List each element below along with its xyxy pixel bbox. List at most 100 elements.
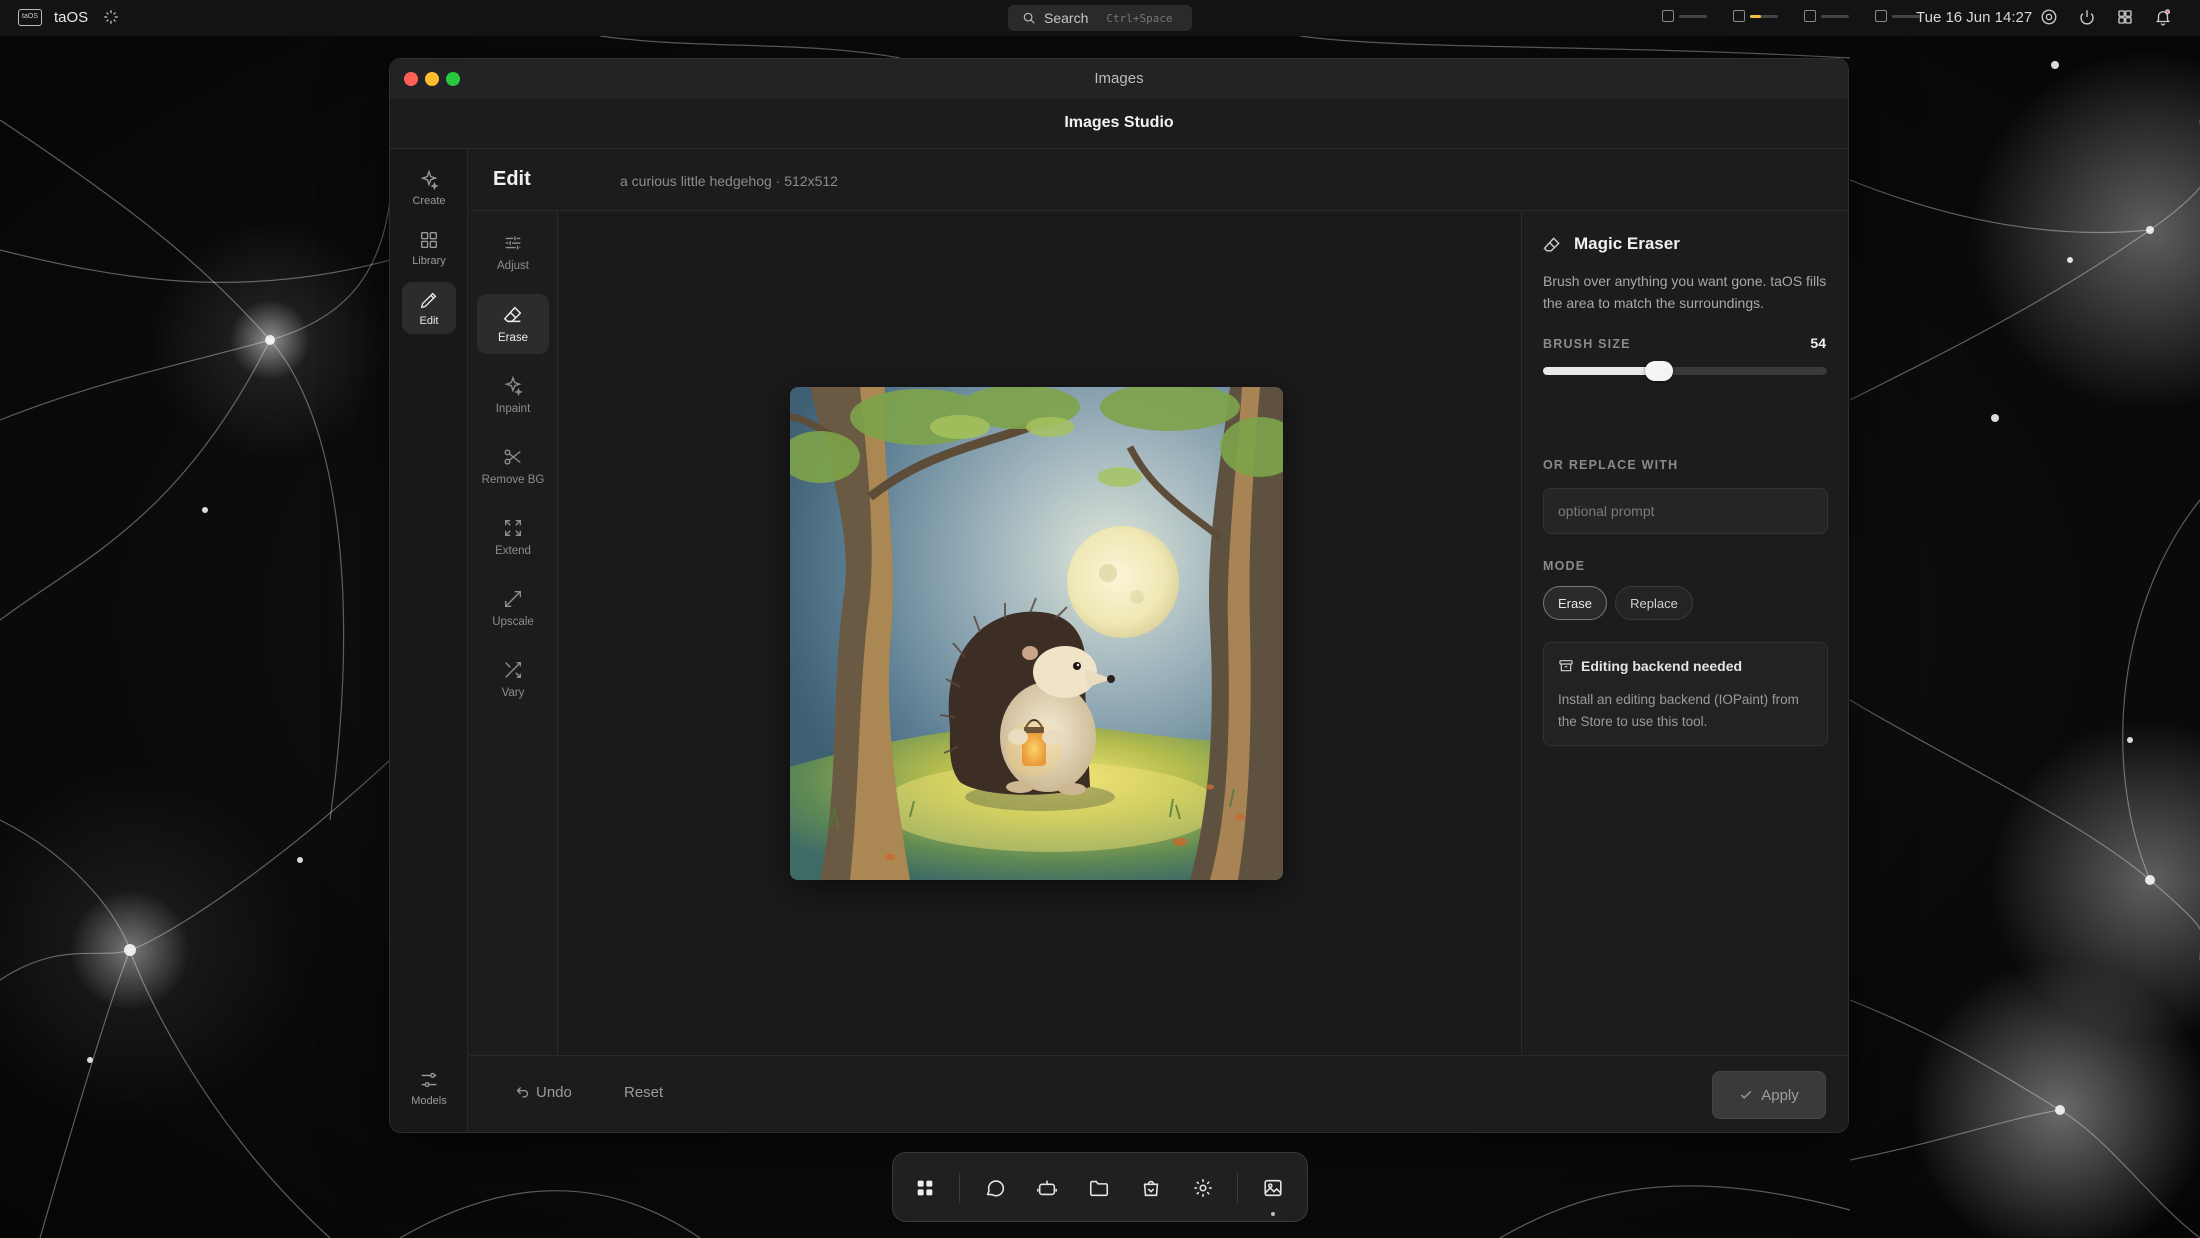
dock-files[interactable] (1081, 1170, 1117, 1206)
archive-icon (1559, 660, 1573, 672)
power-meter[interactable] (1875, 10, 1920, 22)
power-button-icon[interactable] (2078, 8, 2096, 26)
apply-label: Apply (1761, 1086, 1799, 1104)
reset-button[interactable]: Reset (624, 1084, 663, 1101)
tool-upscale[interactable]: Upscale (477, 578, 549, 638)
search-placeholder: Search (1044, 10, 1089, 26)
dock-settings[interactable] (1185, 1170, 1221, 1206)
slider-fill (1543, 367, 1660, 375)
undo-icon (516, 1087, 529, 1098)
checkmark-icon (1741, 1091, 1752, 1099)
grid-icon (420, 231, 438, 249)
sparkle-icon[interactable] (102, 8, 120, 26)
mode-erase-button[interactable]: Erase (1543, 586, 1607, 620)
studio-nav-rail: Create Library Edit Models (390, 150, 468, 1132)
widgets-icon[interactable] (2116, 8, 2134, 26)
page-title: Edit (493, 168, 531, 190)
magic-eraser-panel: Magic Eraser Brush over anything you wan… (1521, 212, 1848, 1055)
edit-footer: Undo Reset Apply (469, 1055, 1848, 1132)
mode-replace-button[interactable]: Replace (1615, 586, 1693, 620)
panel-title: Magic Eraser (1574, 234, 1680, 253)
scissors-icon (504, 449, 521, 465)
eraser-icon (1543, 237, 1560, 252)
rail-item-label: Models (411, 1095, 447, 1107)
disk-icon (1804, 10, 1816, 22)
sliders-icon (505, 236, 521, 250)
rail-item-edit[interactable]: Edit (402, 282, 456, 334)
store-icon (1143, 1180, 1159, 1197)
rail-item-label: Create (412, 195, 446, 207)
rail-item-create[interactable]: Create (402, 162, 456, 214)
rail-item-label: Library (412, 255, 446, 267)
dock-chat[interactable] (977, 1170, 1013, 1206)
shuffle-icon (505, 661, 522, 679)
status-icons (2040, 8, 2172, 26)
sliders-icon (421, 1072, 437, 1088)
tool-extend[interactable]: Extend (477, 507, 549, 567)
sparkle-icon (504, 375, 523, 397)
apps-icon (917, 1180, 933, 1196)
tool-label: Vary (501, 687, 525, 699)
image-icon (1264, 1179, 1282, 1197)
brush-size-value: 54 (1810, 335, 1826, 351)
notification-bell-icon[interactable] (2154, 8, 2172, 26)
rail-item-library[interactable]: Library (402, 222, 456, 274)
mode-label: MODE (1543, 559, 1586, 573)
dock-apps[interactable] (907, 1170, 943, 1206)
images-window: Images Images Studio Create Library Edit… (389, 58, 1849, 1133)
tool-label: Remove BG (481, 474, 545, 486)
panel-description: Brush over anything you want gone. taOS … (1543, 273, 1827, 311)
folder-icon (1089, 1180, 1109, 1197)
dock (892, 1152, 1308, 1222)
tool-vary[interactable]: Vary (477, 649, 549, 709)
undo-label: Undo (536, 1084, 572, 1101)
dock-images[interactable] (1255, 1170, 1291, 1206)
menu-bar: taOS taOS Search Ctrl+Space Tue 16 Jun 1… (0, 0, 2200, 36)
rail-item-label: Edit (419, 315, 439, 327)
undo-button[interactable]: Undo (515, 1084, 572, 1101)
brush-size-slider[interactable] (1543, 361, 1827, 381)
apply-button[interactable]: Apply (1712, 1071, 1826, 1119)
dock-running-indicator (1271, 1212, 1275, 1216)
search-shortcut: Ctrl+Space (1106, 11, 1173, 25)
sparkle-icon (420, 169, 439, 191)
clock[interactable]: Tue 16 Jun 14:27 (1916, 9, 2032, 26)
memory-icon (1733, 10, 1745, 22)
hedgehog-artwork (790, 387, 1283, 880)
notice-body: Install an editing backend (IOPaint) fro… (1558, 692, 1799, 729)
image-subtitle: a curious little hedgehog · 512x512 (620, 173, 838, 189)
tool-label: Adjust (497, 260, 529, 272)
memory-meter[interactable] (1733, 10, 1778, 22)
active-app-name[interactable]: taOS (54, 9, 88, 26)
brush-size-label: BRUSH SIZE (1543, 337, 1631, 351)
settings-icon (1194, 1179, 1212, 1197)
cpu-icon (1662, 10, 1674, 22)
image-canvas[interactable] (559, 212, 1521, 1055)
chat-icon (986, 1180, 1005, 1197)
notice-title: Editing backend needed (1581, 658, 1743, 674)
cpu-meter[interactable] (1662, 10, 1707, 22)
tool-remove-bg[interactable]: Remove BG (477, 436, 549, 496)
hedgehog-image[interactable] (790, 387, 1283, 880)
dock-store[interactable] (1133, 1170, 1169, 1206)
tool-label: Inpaint (495, 403, 531, 415)
search-bar[interactable]: Search Ctrl+Space (1008, 5, 1192, 31)
tool-adjust[interactable]: Adjust (477, 222, 549, 282)
slider-knob[interactable] (1645, 361, 1674, 381)
disk-meter[interactable] (1804, 10, 1849, 22)
eraser-icon (503, 306, 522, 323)
record-icon[interactable] (2040, 8, 2058, 26)
studio-header: Images Studio (390, 99, 1848, 149)
replace-with-label: OR REPLACE WITH (1543, 458, 1679, 472)
tool-label: Extend (495, 545, 531, 557)
rail-item-models[interactable]: Models (402, 1062, 456, 1114)
search-icon (1023, 12, 1035, 24)
dock-agents[interactable] (1029, 1170, 1065, 1206)
robot-icon (1037, 1180, 1057, 1196)
tool-erase[interactable]: Erase (477, 294, 549, 354)
dock-separator (1237, 1173, 1238, 1203)
tool-inpaint[interactable]: Inpaint (477, 365, 549, 425)
taos-logo[interactable]: taOS (18, 9, 42, 26)
replace-prompt-input[interactable] (1543, 488, 1828, 534)
window-titlebar[interactable]: Images (390, 59, 1848, 99)
